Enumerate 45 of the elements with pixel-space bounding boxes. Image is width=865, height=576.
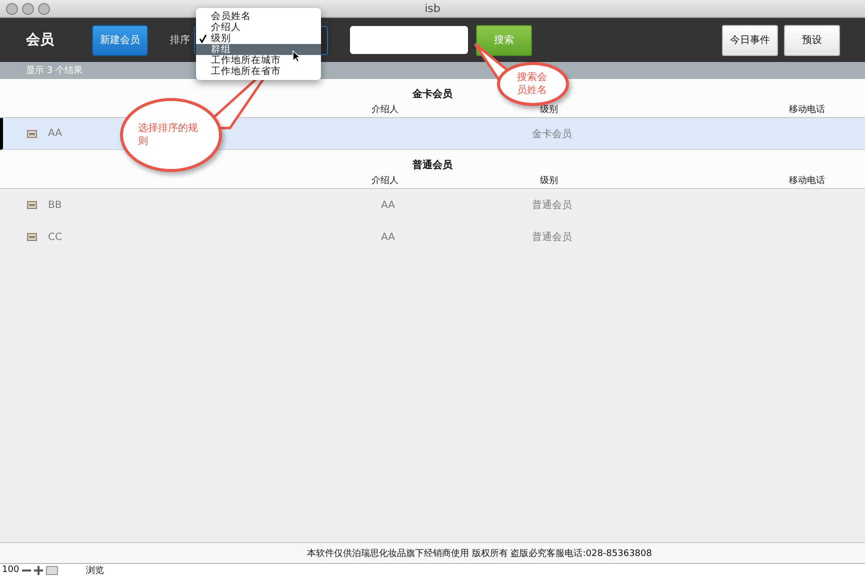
menu-item[interactable]: 工作地所在省市 [196, 66, 321, 77]
column-header: 级别 [540, 104, 558, 116]
card-icon [26, 130, 36, 138]
menu-item[interactable]: 工作地所在城市 [196, 55, 321, 66]
window-control[interactable] [6, 2, 18, 14]
window-title: isb [424, 2, 440, 15]
window-control[interactable] [22, 2, 34, 14]
level-cell-text: 普通会员 [532, 198, 572, 212]
member-name: CC [48, 232, 62, 242]
copyright-text: 本软件仅供泊瑞思化妆品旗下经销商使用 版权所有 盗版必究客服电话:028-85363808 [307, 548, 652, 560]
toggle-icon[interactable] [46, 566, 58, 574]
column-header: 移动电话 [789, 174, 825, 186]
toolbar-button[interactable]: 预设 [784, 24, 840, 56]
page-title: 会员 [26, 31, 55, 49]
column-header: 移动电话 [789, 104, 825, 116]
level-cell-text: 金卡会员 [532, 128, 572, 140]
results-count: 显示 3 个结果 [26, 64, 82, 77]
toolbar-button[interactable]: 今日事件 [722, 24, 778, 56]
column-header: 介绍人 [372, 104, 398, 116]
callout-text: 搜索会员姓名 [517, 71, 548, 97]
member-name: AA [48, 128, 62, 139]
group-title: 金卡会员 [412, 88, 452, 101]
window-control[interactable] [38, 2, 50, 14]
zoom-out-icon[interactable] [22, 566, 32, 574]
mouse-cursor-icon [292, 50, 301, 63]
menu-item[interactable]: 会员姓名 [196, 11, 321, 22]
menu-item[interactable]: 级别 [196, 33, 321, 44]
referrer-cell: AA [381, 200, 395, 210]
zoom-level: 100 [1, 565, 20, 575]
zoom-in-icon[interactable] [34, 566, 44, 574]
card-icon [26, 233, 36, 241]
referrer-cell: AA [381, 232, 395, 242]
sort-label: 排序 [170, 34, 190, 47]
callout-text: 选择排序的规则 [138, 122, 199, 148]
mode-label: 浏览 [86, 564, 106, 576]
menu-item[interactable]: 介绍人 [196, 22, 321, 33]
new-member-button[interactable]: 新建会员 [92, 24, 148, 56]
column-header: 级别 [540, 174, 558, 186]
level-cell-text: 普通会员 [532, 230, 572, 244]
member-name: BB [48, 200, 62, 210]
search-field[interactable] [350, 26, 468, 54]
group-title: 普通会员 [412, 158, 452, 172]
menu-item[interactable]: 群组 [196, 44, 321, 55]
card-icon [26, 201, 36, 209]
column-header: 介绍人 [372, 174, 398, 186]
